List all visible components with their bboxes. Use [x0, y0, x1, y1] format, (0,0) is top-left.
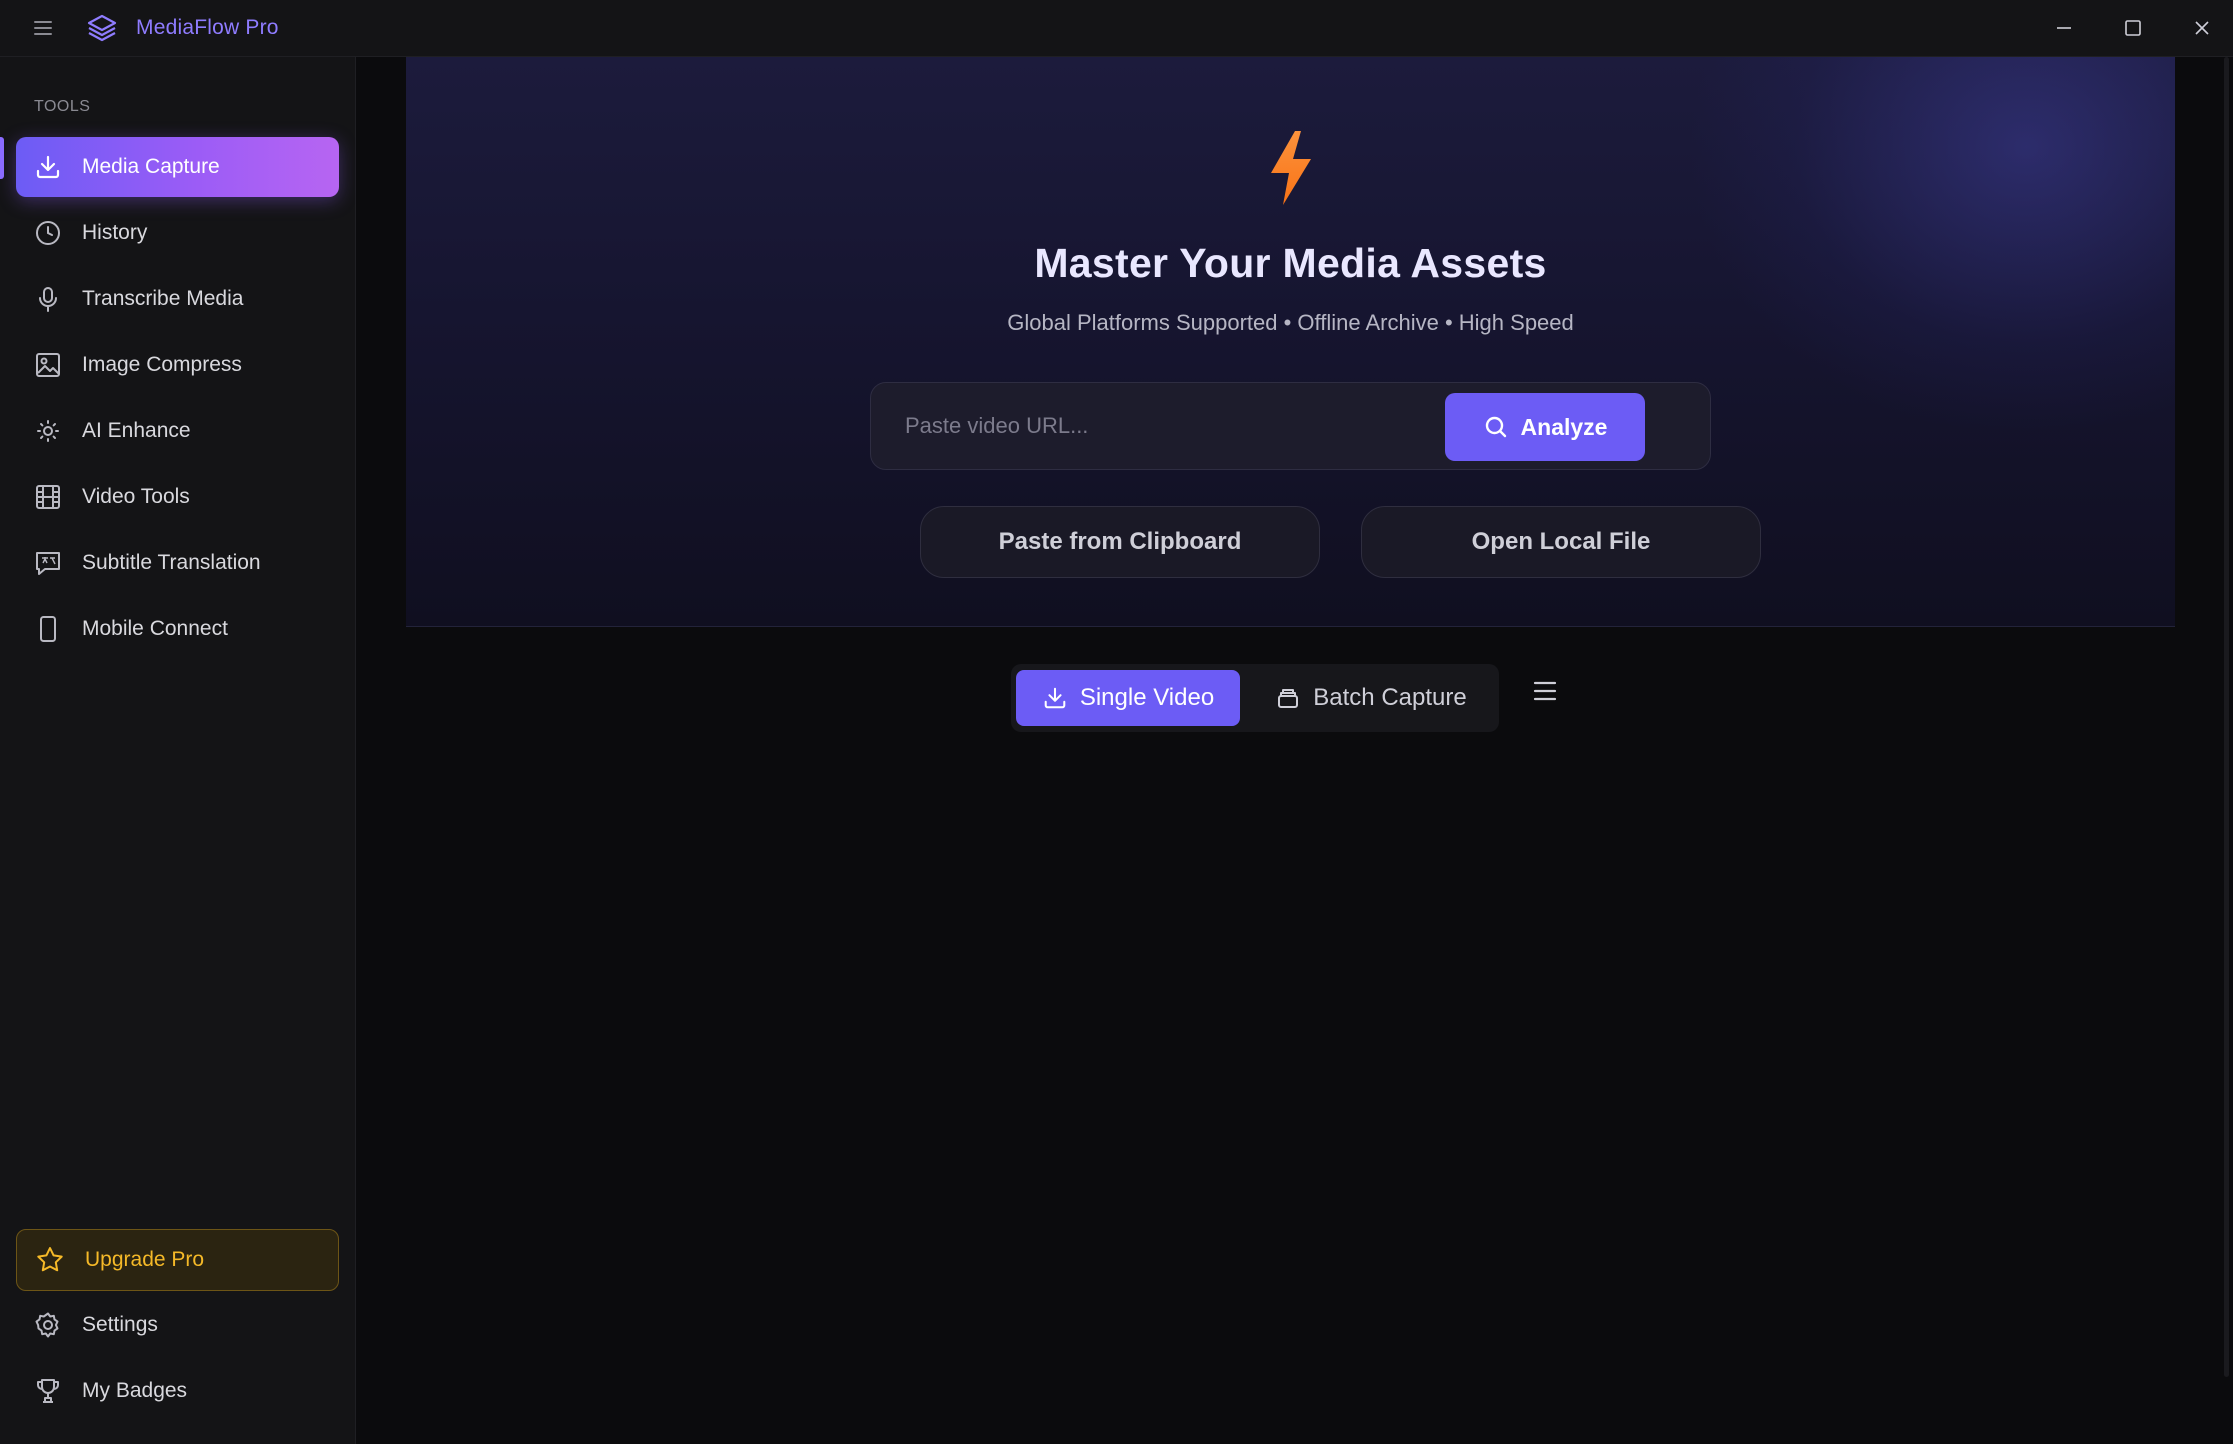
sidebar-item-mobile-connect[interactable]: Mobile Connect: [16, 599, 339, 659]
single-video-label: Single Video: [1079, 684, 1215, 711]
sidebar-item-label: Video Tools: [82, 485, 190, 508]
close-icon[interactable]: [2190, 16, 2214, 40]
batch-capture-tab[interactable]: Batch Capture: [1251, 670, 1491, 726]
search-icon: [1483, 414, 1509, 440]
image-icon: [34, 351, 62, 379]
hero-panel: Master Your Media Assets Global Platform…: [406, 57, 2175, 627]
clock-icon: [34, 219, 62, 247]
sidebar-item-label: Subtitle Translation: [82, 551, 261, 574]
sidebar-item-subtitle-translation[interactable]: Subtitle Translation: [16, 533, 339, 593]
sidebar: TOOLS Media Capture History Transcribe M…: [0, 57, 356, 1444]
paste-from-clipboard-button[interactable]: Paste from Clipboard: [920, 506, 1320, 578]
lightning-bolt-icon: [1263, 129, 1319, 207]
active-indicator: [0, 137, 4, 179]
app-title: MediaFlow Pro: [136, 16, 279, 39]
sidebar-item-media-capture[interactable]: Media Capture: [16, 137, 339, 197]
gear-icon: [34, 1311, 62, 1339]
sidebar-item-settings[interactable]: Settings: [16, 1295, 339, 1355]
sidebar-item-label: History: [82, 221, 148, 244]
list-menu-icon[interactable]: [1533, 680, 1557, 702]
analyze-button[interactable]: Analyze: [1445, 393, 1645, 461]
title-bar: MediaFlow Pro: [0, 0, 2233, 57]
sidebar-item-label: My Badges: [82, 1379, 188, 1402]
minimize-icon[interactable]: [2052, 16, 2076, 40]
star-icon: [35, 1245, 65, 1275]
hero-subtitle: Global Platforms Supported • Offline Arc…: [1007, 310, 1574, 335]
sidebar-heading: TOOLS: [34, 98, 91, 115]
sidebar-item-image-compress[interactable]: Image Compress: [16, 335, 339, 395]
sidebar-item-transcribe-media[interactable]: Transcribe Media: [16, 269, 339, 329]
sidebar-item-label: Image Compress: [82, 353, 242, 376]
maximize-icon[interactable]: [2121, 16, 2145, 40]
download-icon: [34, 153, 62, 181]
sidebar-item-label: Settings: [82, 1313, 158, 1336]
sidebar-item-my-badges[interactable]: My Badges: [16, 1361, 339, 1421]
single-video-tab[interactable]: Single Video: [1016, 670, 1240, 726]
sidebar-item-ai-enhance[interactable]: AI Enhance: [16, 401, 339, 461]
sidebar-item-label: Media Capture: [82, 155, 220, 178]
batch-capture-label: Batch Capture: [1313, 684, 1467, 711]
stack-icon: [1275, 685, 1301, 711]
sidebar-item-history[interactable]: History: [16, 203, 339, 263]
sun-icon: [34, 417, 62, 445]
scrollbar[interactable]: [2224, 57, 2229, 1377]
hamburger-icon[interactable]: [34, 20, 52, 36]
sidebar-item-label: Transcribe Media: [82, 287, 244, 310]
download-icon: [1042, 685, 1068, 711]
microphone-icon: [34, 285, 62, 313]
trophy-icon: [34, 1377, 62, 1405]
sidebar-item-label: Mobile Connect: [82, 617, 228, 640]
analyze-label: Analyze: [1520, 413, 1608, 440]
upgrade-pro-label: Upgrade Pro: [85, 1248, 205, 1271]
main-content: Master Your Media Assets Global Platform…: [356, 57, 2233, 1444]
upgrade-pro-button[interactable]: Upgrade Pro: [16, 1229, 339, 1291]
layers-icon: [86, 12, 118, 44]
phone-icon: [34, 615, 62, 643]
translate-icon: [34, 549, 62, 577]
film-icon: [34, 483, 62, 511]
capture-mode-toggle: Single Video Batch Capture: [1011, 664, 1499, 732]
sidebar-item-label: AI Enhance: [82, 419, 191, 442]
video-url-input[interactable]: [887, 403, 1487, 449]
sidebar-item-video-tools[interactable]: Video Tools: [16, 467, 339, 527]
open-local-file-button[interactable]: Open Local File: [1361, 506, 1761, 578]
hero-title: Master Your Media Assets: [1034, 240, 1547, 286]
